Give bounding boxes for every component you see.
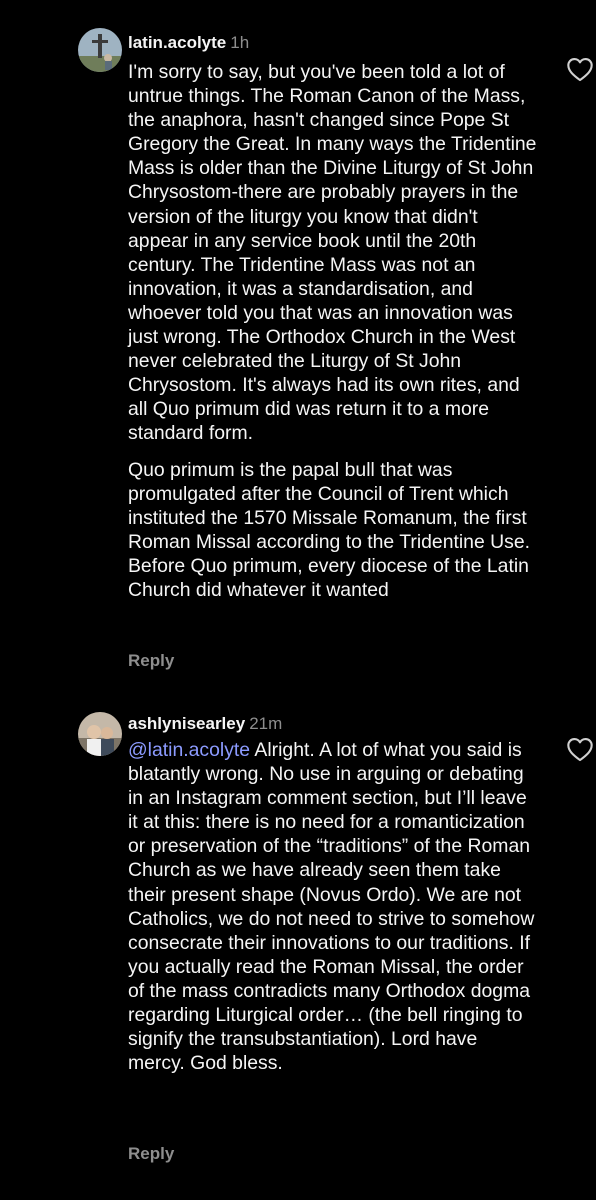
comment-timestamp: 21m — [249, 714, 283, 733]
comment-ashlynisearley: ashlynisearley 21m @latin.acolyte Alright… — [0, 700, 596, 1200]
avatar-cross-photo-icon — [78, 28, 122, 72]
heart-outline-icon[interactable] — [566, 736, 594, 762]
avatar[interactable] — [78, 28, 122, 72]
comment-text: I'm sorry to say, but you've been told a… — [128, 60, 538, 602]
heart-outline-icon[interactable] — [566, 56, 594, 82]
mention-link[interactable]: @latin.acolyte — [128, 739, 250, 761]
comment-paragraph: Alright. A lot of what you said is blata… — [128, 739, 535, 1075]
avatar[interactable] — [78, 712, 122, 756]
comment-paragraph: Quo primum is the papal bull that was pr… — [128, 458, 531, 601]
reply-button[interactable]: Reply — [128, 1144, 174, 1164]
reply-button[interactable]: Reply — [128, 651, 174, 671]
comment-timestamp: 1h — [230, 33, 250, 52]
comment-paragraph: I'm sorry to say, but you've been told a… — [128, 61, 537, 445]
comment-username[interactable]: ashlynisearley — [128, 714, 245, 733]
avatar-people-photo-icon — [78, 712, 122, 756]
comment-username[interactable]: latin.acolyte — [128, 33, 226, 52]
comment-latin-acolyte: latin.acolyte 1h I'm sorry to say, but yo… — [0, 0, 596, 700]
comment-text: @latin.acolyte Alright. A lot of what yo… — [128, 738, 538, 1075]
